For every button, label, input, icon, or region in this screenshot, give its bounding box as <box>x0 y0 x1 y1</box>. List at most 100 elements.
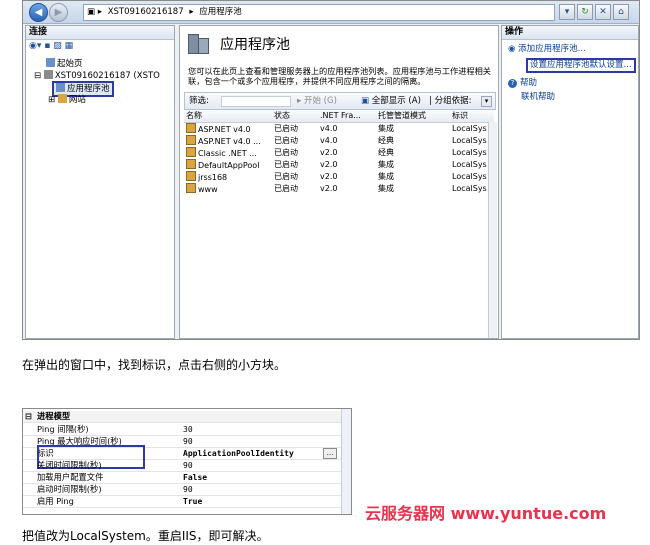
row-identity: LocalSys <box>452 136 487 145</box>
table-row[interactable]: DefaultAppPool 已启动 v2.0 集成 LocalSys <box>184 159 494 171</box>
row-status: 已启动 <box>274 160 298 169</box>
filter-label: 筛选: <box>189 96 209 106</box>
tree-label-server: XST09160216187 (XSTO <box>54 71 160 81</box>
col-identity[interactable]: 标识 <box>452 110 492 122</box>
help-label: 帮助 <box>520 78 538 88</box>
back-button[interactable]: ◀ <box>29 3 48 22</box>
actions-header: 操作 <box>502 26 638 40</box>
property-name: 启用 Ping <box>37 496 74 506</box>
row-name: jrss168 <box>198 173 228 182</box>
start-icon: ▸ <box>297 96 304 106</box>
property-scrollbar[interactable] <box>341 409 351 514</box>
table-row[interactable]: Classic .NET ... 已启动 v2.0 经典 LocalSys <box>184 147 494 159</box>
start-button[interactable]: ▸ 开始 (G) <box>297 93 337 109</box>
table-scrollbar[interactable] <box>488 122 497 338</box>
add-icon: ◉ <box>508 44 519 54</box>
app-pools-large-icon <box>186 32 210 56</box>
property-value[interactable]: 30 <box>183 424 193 435</box>
property-value[interactable]: 90 <box>183 436 193 447</box>
property-row[interactable]: 关闭时间限制(秒) 90 <box>23 460 351 472</box>
app-pool-icon <box>186 135 196 145</box>
col-pipeline[interactable]: 托管管道模式 <box>378 110 448 122</box>
set-defaults-action[interactable]: 设置应用程序池默认设置... <box>526 58 636 73</box>
expand-icon[interactable]: ⊞ <box>48 95 55 105</box>
address-bar[interactable]: ▣ ▸ XST09160216187 ▸ 应用程序池 <box>83 4 555 21</box>
show-all-label: 全部显示 (A) <box>371 96 421 106</box>
app-pool-icon <box>186 171 196 181</box>
property-row[interactable]: 启用 Ping True <box>23 496 351 508</box>
refresh-icon[interactable]: ↻ <box>577 4 593 20</box>
table-row[interactable]: ASP.NET v4.0 ... 已启动 v4.0 经典 LocalSys <box>184 135 494 147</box>
iis-manager-window: ◀ ▶ ▣ ▸ XST09160216187 ▸ 应用程序池 ▾ ↻ ✕ ⌂ 连… <box>22 0 640 340</box>
table-row[interactable]: ASP.NET v4.0 已启动 v4.0 集成 LocalSys <box>184 123 494 135</box>
instruction-text-2: 把值改为LocalSystem。重启IIS，即可解决。 <box>22 529 269 543</box>
property-value[interactable]: 90 <box>183 484 193 495</box>
ellipsis-button[interactable]: ... <box>323 448 337 459</box>
tree-label-sites: 网站 <box>68 95 86 105</box>
group-by-label: 分组依据: <box>434 96 472 106</box>
address-server: XST09160216187 <box>107 7 184 17</box>
save-icon[interactable]: ▪ <box>44 41 50 51</box>
property-row[interactable]: 启动时间限制(秒) 90 <box>23 484 351 496</box>
row-identity: LocalSys <box>452 124 487 133</box>
row-name: ASP.NET v4.0 ... <box>198 137 261 146</box>
table-row[interactable]: jrss168 已启动 v2.0 集成 LocalSys <box>184 171 494 183</box>
group-dropdown-icon[interactable]: ▾ <box>481 96 492 107</box>
row-dotnet: v2.0 <box>320 184 338 193</box>
tree-label-start-page: 起始页 <box>57 59 83 69</box>
row-pipeline: 集成 <box>378 124 394 133</box>
app-pool-icon <box>186 159 196 169</box>
folder-icon: ▣ ▸ <box>87 7 102 17</box>
property-name: 关闭时间限制(秒) <box>37 460 102 470</box>
globe-icon[interactable]: ◉▾ <box>29 41 41 51</box>
set-defaults-label: 设置应用程序池默认设置... <box>530 60 632 70</box>
dropdown-icon[interactable]: ▾ <box>559 4 575 20</box>
row-identity: LocalSys <box>452 184 487 193</box>
property-name: 加载用户配置文件 <box>37 472 104 482</box>
row-pipeline: 集成 <box>378 184 394 193</box>
stop-icon[interactable]: ✕ <box>595 4 611 20</box>
show-all-button[interactable]: ▣ 全部显示 (A) <box>361 93 421 109</box>
add-app-pool-label: 添加应用程序池... <box>518 44 586 54</box>
property-value[interactable]: 90 <box>183 460 193 471</box>
connect-icon[interactable]: ▨ <box>53 41 62 51</box>
row-pipeline: 经典 <box>378 136 394 145</box>
collapse-icon[interactable]: ⊟ <box>34 71 41 81</box>
row-identity: LocalSys <box>452 160 487 169</box>
section-header[interactable]: ⊟ 进程模型 <box>23 411 351 423</box>
tree-item-sites[interactable]: ⊞ 网站 <box>48 94 86 106</box>
connections-toolbar: ◉▾ ▪ ▨ ▦ <box>29 41 73 51</box>
property-row[interactable]: 加载用户配置文件 False <box>23 472 351 484</box>
group-by-button[interactable]: | 分组依据: <box>429 93 471 109</box>
col-dotnet[interactable]: .NET Fra... <box>320 110 372 122</box>
collapse-icon[interactable]: ⊟ <box>25 411 32 422</box>
forward-button[interactable]: ▶ <box>49 3 68 22</box>
help-icon: ? <box>508 79 517 88</box>
row-status: 已启动 <box>274 124 298 133</box>
property-value[interactable]: True <box>183 496 202 507</box>
row-name: DefaultAppPool <box>198 161 260 170</box>
row-status: 已启动 <box>274 148 298 157</box>
filter-input[interactable] <box>221 96 291 107</box>
property-value[interactable]: False <box>183 472 207 483</box>
property-row[interactable]: Ping 间隔(秒) 30 <box>23 424 351 436</box>
app-pool-icon <box>56 83 65 92</box>
row-name: Classic .NET ... <box>198 149 257 158</box>
tree-item-start-page[interactable]: 起始页 <box>46 58 83 70</box>
col-status[interactable]: 状态 <box>274 110 316 122</box>
tree-icon[interactable]: ▦ <box>65 41 74 51</box>
identity-value[interactable]: ApplicationPoolIdentity <box>183 448 294 459</box>
connections-pane: 连接 ◉▾ ▪ ▨ ▦ 起始页 ⊟ XST09160216187 (XSTO 应… <box>25 25 175 339</box>
add-app-pool-action[interactable]: ◉ 添加应用程序池... <box>508 44 586 55</box>
center-pane: 应用程序池 您可以在此页上查看和管理服务器上的应用程序池列表。应用程序池与工作进… <box>179 25 499 339</box>
property-name: Ping 间隔(秒) <box>37 424 89 434</box>
page-title: 应用程序池 <box>220 37 290 53</box>
table-header: 名称 状态 .NET Fra... 托管管道模式 标识 <box>184 110 494 123</box>
help-action[interactable]: ? 帮助 <box>508 78 537 89</box>
online-help-action[interactable]: 联机帮助 <box>521 92 555 103</box>
col-name[interactable]: 名称 <box>186 110 266 122</box>
row-pipeline: 集成 <box>378 172 394 181</box>
table-row[interactable]: www 已启动 v2.0 集成 LocalSys <box>184 183 494 195</box>
address-app-pools: 应用程序池 <box>199 7 242 17</box>
home-icon[interactable]: ⌂ <box>613 4 629 20</box>
